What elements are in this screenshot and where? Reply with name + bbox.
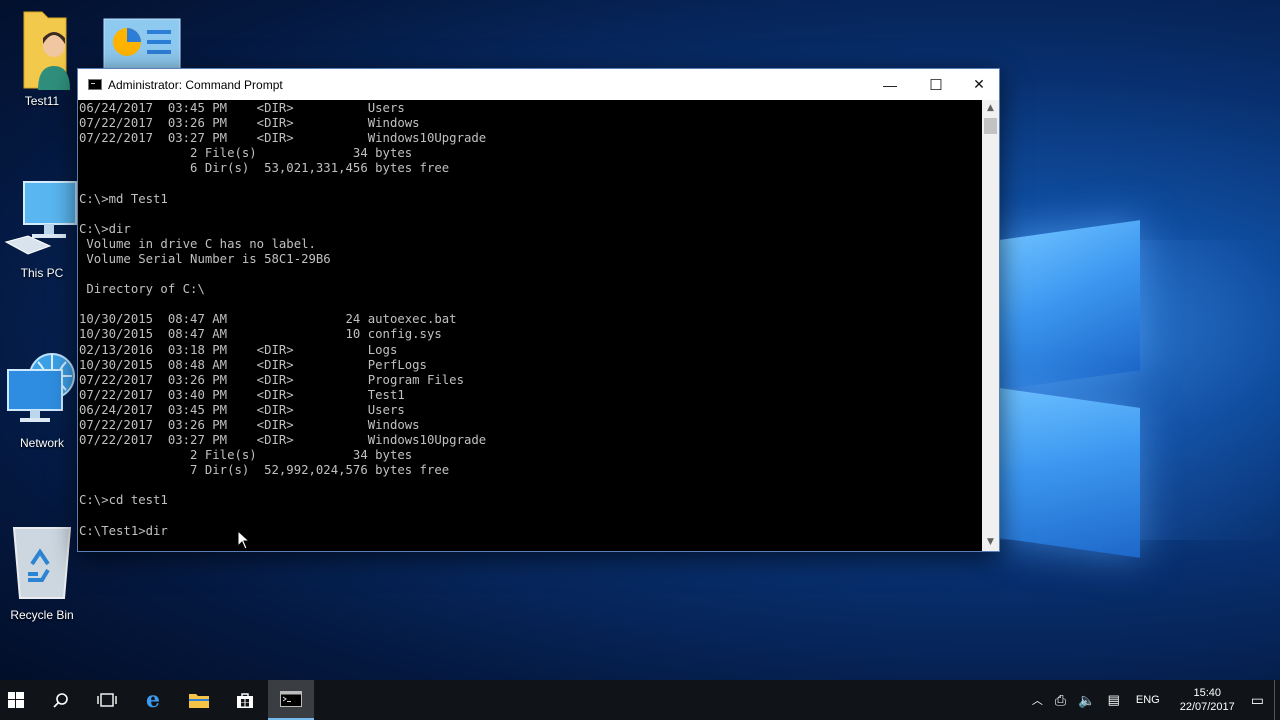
console-line: C:\>md Test1	[79, 191, 168, 206]
console-line: C:\>dir	[79, 221, 131, 236]
console-line: 07/22/2017 03:26 PM <DIR> Windows	[79, 116, 420, 131]
console-line: 07/22/2017 03:27 PM <DIR> Windows10Upgra…	[79, 433, 487, 448]
store-icon	[237, 693, 253, 708]
console-line: 10/30/2015 08:48 AM <DIR> PerfLogs	[79, 357, 427, 372]
console-line: C:\Test1>dir	[79, 523, 168, 538]
file-explorer-button[interactable]	[176, 680, 222, 720]
desktop-icon-network[interactable]: Network	[2, 348, 82, 450]
edge-icon: e	[146, 687, 160, 713]
command-prompt-taskbar-button[interactable]	[268, 680, 314, 720]
window-titlebar[interactable]: Administrator: Command Prompt — ☐ ✕	[78, 69, 999, 100]
desktop-icon-recycle-bin[interactable]: Recycle Bin	[2, 520, 82, 622]
scrollbar-thumb[interactable]	[984, 118, 997, 134]
command-prompt-icon	[280, 691, 302, 707]
volume-icon[interactable]: 🔈	[1072, 692, 1101, 709]
clock[interactable]: 15:40 22/07/2017	[1170, 686, 1245, 714]
console-line: 02/13/2016 03:18 PM <DIR> Logs	[79, 342, 398, 357]
task-view-icon	[97, 693, 117, 707]
console-line: Volume Serial Number is 58C1-29B6	[79, 251, 331, 266]
notifications-icon[interactable]: ▭	[1245, 692, 1270, 709]
console-line: 07/22/2017 03:40 PM <DIR> Test1	[79, 387, 405, 402]
windows-start-icon	[8, 692, 24, 708]
system-tray: ︿ ⎙ 🔈 ▤ ENG 15:40 22/07/2017 ▭	[1026, 680, 1280, 720]
console-line: 06/24/2017 03:45 PM <DIR> Users	[79, 402, 405, 417]
search-button[interactable]	[38, 680, 84, 720]
start-button[interactable]	[0, 680, 32, 720]
scroll-down-arrow-icon[interactable]: ▼	[982, 534, 999, 551]
file-explorer-icon	[189, 694, 209, 708]
show-desktop-button[interactable]	[1274, 680, 1280, 720]
console-line: 07/22/2017 03:27 PM <DIR> Windows10Upgra…	[79, 131, 487, 146]
show-hidden-icons-chevron-up-icon[interactable]: ︿	[1026, 692, 1049, 708]
clock-time: 15:40	[1193, 687, 1221, 699]
close-button[interactable]: ✕	[956, 69, 1002, 100]
wallpaper-windows-logo	[1000, 220, 1145, 558]
control-panel-icon	[103, 18, 181, 70]
console-line: 07/22/2017 03:26 PM <DIR> Windows	[79, 417, 420, 432]
desktop-icon-control-panel[interactable]	[102, 18, 182, 74]
action-center-icon[interactable]: ▤	[1102, 692, 1126, 708]
language-indicator[interactable]: ENG	[1126, 694, 1170, 706]
network-status-icon[interactable]: ⎙	[1049, 692, 1072, 709]
desktop-icon-user-folder[interactable]: Test11	[2, 6, 82, 108]
search-icon	[53, 693, 68, 708]
console-line: 07/22/2017 03:26 PM <DIR> Program Files	[79, 372, 464, 387]
recycle-bin-icon	[4, 520, 80, 604]
console-line: 6 Dir(s) 53,021,331,456 bytes free	[79, 161, 450, 176]
console-line: 10/30/2015 08:47 AM 10 config.sys	[79, 327, 442, 342]
edge-browser-button[interactable]: e	[130, 680, 176, 720]
command-prompt-window[interactable]: Administrator: Command Prompt — ☐ ✕ 06/2…	[77, 68, 1000, 552]
console-output[interactable]: 06/24/2017 03:45 PM <DIR> Users 07/22/201…	[78, 100, 982, 551]
store-button[interactable]	[222, 680, 268, 720]
console-line: 06/24/2017 03:45 PM <DIR> Users	[79, 101, 405, 115]
console-line: C:\>cd test1	[79, 493, 168, 508]
clock-date: 22/07/2017	[1179, 701, 1235, 713]
maximize-button[interactable]: ☐	[913, 69, 959, 100]
command-prompt-icon	[88, 79, 102, 90]
console-line: 10/30/2015 08:47 AM 24 autoexec.bat	[79, 312, 457, 327]
console-line: Directory of C:\	[79, 282, 205, 297]
taskbar: e ︿ ⎙ 🔈 ▤ ENG 15:40 22/07/2017 ▭	[0, 680, 1280, 720]
user-folder-icon	[14, 6, 70, 90]
desktop-icon-this-pc[interactable]: This PC	[2, 178, 82, 280]
console-line: Volume in drive C has no label.	[79, 236, 316, 251]
task-view-button[interactable]	[84, 680, 130, 720]
computer-icon	[4, 178, 80, 262]
scroll-up-arrow-icon[interactable]: ▲	[982, 100, 999, 117]
console-line: 2 File(s) 34 bytes	[79, 448, 413, 463]
vertical-scrollbar[interactable]: ▲ ▼	[982, 100, 999, 551]
console-line: 2 File(s) 34 bytes	[79, 146, 413, 161]
network-icon	[4, 348, 80, 432]
minimize-button[interactable]: —	[867, 69, 913, 100]
window-title: Administrator: Command Prompt	[108, 77, 283, 92]
console-line: 7 Dir(s) 52,992,024,576 bytes free	[79, 463, 450, 478]
